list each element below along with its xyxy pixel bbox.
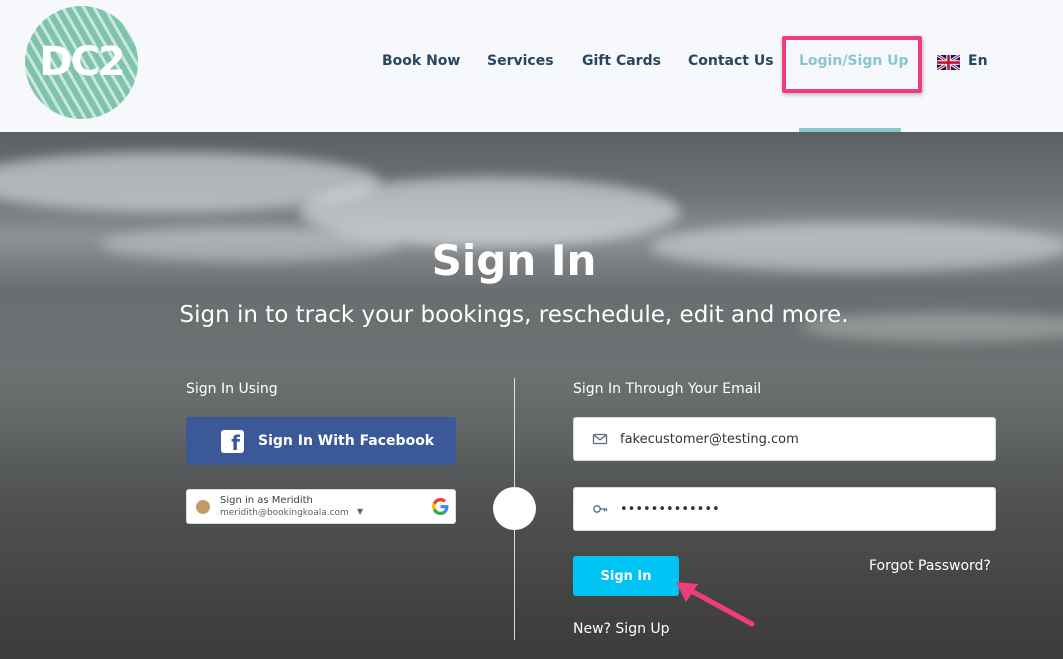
google-account-avatar: [196, 500, 210, 514]
password-input[interactable]: [620, 488, 980, 530]
nav-gift-cards[interactable]: Gift Cards: [582, 53, 661, 69]
language-selector[interactable]: En: [968, 53, 988, 69]
google-account-name: Sign in as Meridith: [220, 495, 313, 506]
email-field[interactable]: [573, 417, 996, 461]
social-section-label: Sign In Using: [186, 381, 278, 397]
facebook-icon: f: [221, 430, 244, 455]
facebook-signin-label: Sign In With Facebook: [258, 433, 435, 449]
envelope-icon: [592, 433, 608, 445]
nav-book-now[interactable]: Book Now: [382, 53, 460, 69]
key-icon: [593, 505, 608, 513]
brand-logo-text: DC2: [39, 39, 125, 85]
divider-circle: [493, 487, 536, 530]
google-account-email: meridith@bookingkoala.com: [220, 508, 349, 518]
page-title: Sign In: [431, 236, 597, 285]
new-signup-link[interactable]: New? Sign Up: [573, 621, 670, 637]
annotation-arrow: [676, 582, 755, 627]
annotation-highlight-box: [782, 36, 922, 93]
password-field[interactable]: [573, 487, 996, 531]
uk-flag-icon[interactable]: [937, 55, 960, 70]
nav-contact-us[interactable]: Contact Us: [688, 53, 774, 69]
site-header: DC2 Book Now Services Gift Cards Contact…: [0, 0, 1063, 132]
nav-services[interactable]: Services: [487, 53, 554, 69]
hero-background: [0, 132, 1063, 659]
chevron-down-icon[interactable]: ▼: [357, 507, 363, 516]
email-input[interactable]: [620, 418, 980, 460]
email-section-label: Sign In Through Your Email: [573, 381, 762, 397]
forgot-password-link[interactable]: Forgot Password?: [869, 558, 991, 574]
facebook-signin-button[interactable]: f Sign In With Facebook: [186, 417, 456, 465]
sign-in-button[interactable]: Sign In: [573, 556, 679, 596]
nav-active-indicator: [799, 128, 901, 132]
page-subtitle: Sign in to track your bookings, reschedu…: [179, 302, 849, 328]
google-signin-button[interactable]: Sign in as Meridith meridith@bookingkoal…: [186, 489, 456, 524]
brand-logo[interactable]: DC2: [25, 6, 138, 119]
google-icon: [432, 498, 449, 515]
